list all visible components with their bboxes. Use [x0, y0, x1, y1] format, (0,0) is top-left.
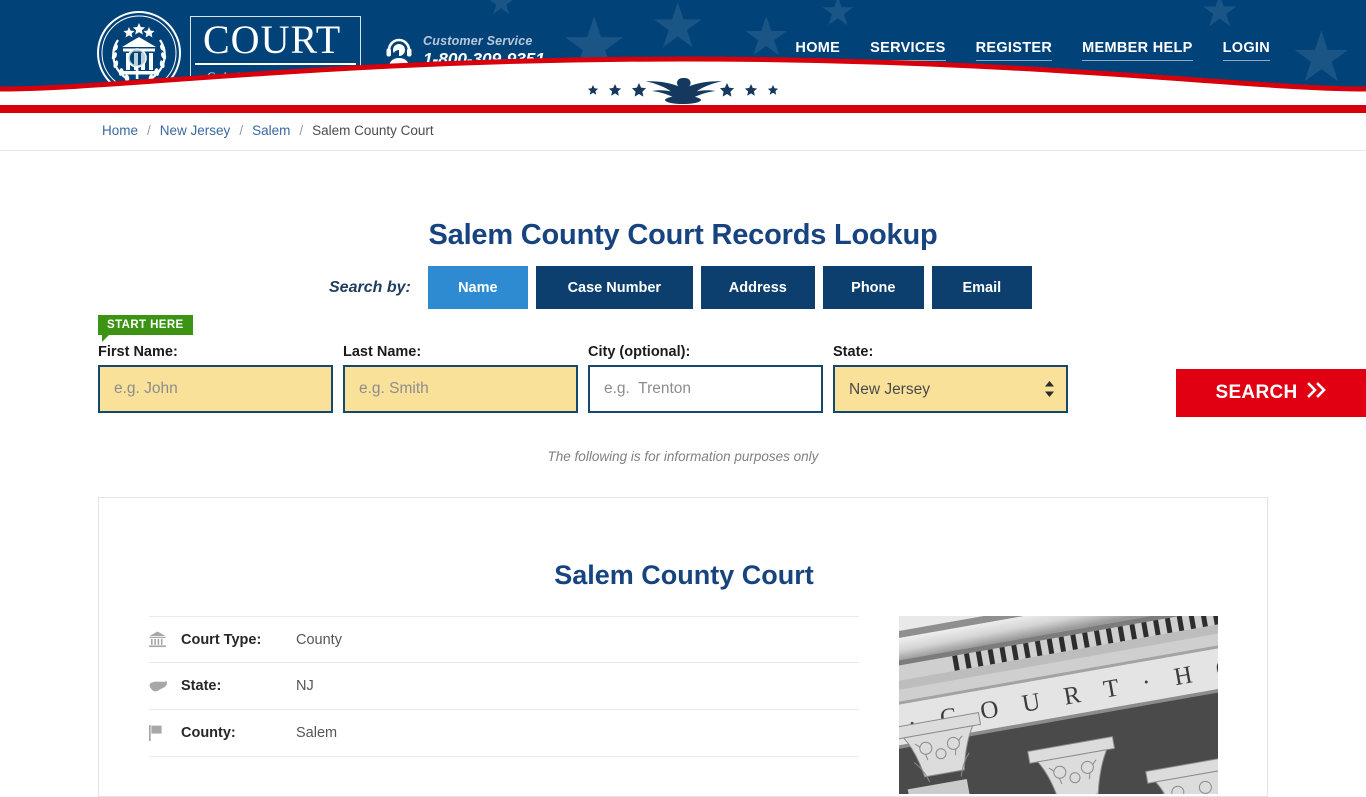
courthouse-photo: · C O U R T · H O U S E ·: [899, 616, 1218, 794]
last-name-label: Last Name:: [343, 344, 422, 360]
table-row: Court Type: County: [149, 616, 859, 663]
start-here-badge: START HERE: [98, 315, 193, 342]
first-name-field-group: First Name:: [98, 344, 333, 413]
search-by-label: Search by:: [329, 278, 411, 296]
search-by-tabs: Search by: Name Case Number Address Phon…: [329, 266, 1032, 309]
breadcrumb: Home / New Jersey / Salem / Salem County…: [102, 123, 434, 138]
page-title: Salem County Court Records Lookup: [428, 219, 938, 252]
breadcrumb-bar: Home / New Jersey / Salem / Salem County…: [0, 113, 1366, 151]
patriotic-wave-banner: [0, 45, 1366, 105]
bank-icon: [149, 631, 181, 648]
usa-map-icon: [149, 680, 181, 693]
double-chevron-right-icon: [1306, 382, 1327, 404]
first-name-label: First Name:: [98, 344, 178, 360]
court-details-list: Court Type: County State: NJ County: Sal…: [149, 616, 859, 757]
detail-value: County: [296, 631, 342, 648]
city-label: City (optional):: [588, 344, 691, 360]
header-red-stripe: [0, 105, 1366, 113]
last-name-input[interactable]: [343, 365, 578, 413]
breadcrumb-item-state[interactable]: New Jersey: [160, 123, 231, 138]
tab-address[interactable]: Address: [700, 266, 815, 309]
search-button-label: SEARCH: [1215, 382, 1298, 403]
breadcrumb-separator: /: [299, 123, 304, 138]
info-note: The following is for information purpose…: [547, 449, 819, 464]
tab-case-number[interactable]: Case Number: [535, 266, 693, 309]
court-name-title: Salem County Court: [554, 560, 814, 591]
city-input[interactable]: [588, 365, 823, 413]
court-info-card: Salem County Court Court Type: County St…: [98, 497, 1268, 797]
flag-icon: [149, 725, 181, 741]
detail-label: State:: [181, 678, 222, 694]
tab-email[interactable]: Email: [931, 266, 1032, 309]
detail-value: Salem: [296, 725, 338, 741]
first-name-input[interactable]: [98, 365, 333, 413]
table-row: County: Salem: [149, 710, 859, 757]
city-field-group: City (optional):: [588, 344, 823, 413]
breadcrumb-item-home[interactable]: Home: [102, 123, 138, 138]
detail-label: Court Type:: [181, 631, 262, 648]
tab-phone[interactable]: Phone: [822, 266, 924, 309]
state-label: State:: [833, 344, 874, 360]
breadcrumb-separator: /: [147, 123, 151, 138]
breadcrumb-separator: /: [239, 123, 244, 138]
breadcrumb-item-county[interactable]: Salem: [252, 123, 290, 138]
last-name-field-group: Last Name:: [343, 344, 578, 413]
tab-name[interactable]: Name: [427, 266, 528, 309]
site-header: ★ ★ ★ ★ ★ ★ ★ COURT Customer Service 1-8…: [0, 0, 1366, 105]
search-button[interactable]: SEARCH: [1176, 369, 1366, 417]
state-field-group: State: New Jersey: [833, 344, 1068, 413]
table-row: State: NJ: [149, 663, 859, 710]
breadcrumb-item-current: Salem County Court: [312, 123, 434, 138]
search-form: First Name: Last Name: City (optional): …: [98, 344, 1366, 422]
detail-label: County:: [181, 725, 236, 741]
detail-value: NJ: [296, 678, 314, 694]
state-select[interactable]: New Jersey: [833, 365, 1068, 413]
